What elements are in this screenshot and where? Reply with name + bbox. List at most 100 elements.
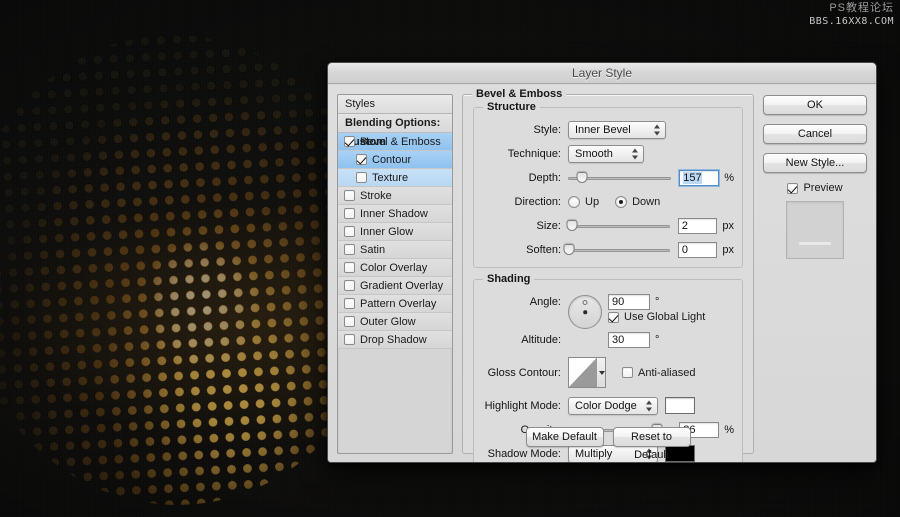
ok-button[interactable]: OK — [763, 95, 867, 115]
radio-direction-down[interactable] — [615, 196, 627, 208]
style-item-label: Texture — [372, 169, 408, 187]
altitude-label: Altitude: — [482, 334, 568, 346]
highlight-mode-select[interactable]: Color Dodge — [568, 397, 658, 415]
highlight-mode-label: Highlight Mode: — [482, 400, 568, 412]
angle-dial-handle[interactable] — [583, 300, 588, 305]
depth-slider[interactable] — [568, 171, 671, 185]
technique-select[interactable]: Smooth — [568, 145, 644, 163]
checkbox-bevel-emboss[interactable] — [344, 136, 355, 147]
checkbox-drop-shadow[interactable] — [344, 334, 355, 345]
styles-list[interactable]: Styles Blending Options: Custom Bevel & … — [337, 94, 453, 454]
anti-aliased-option[interactable]: Anti-aliased — [622, 367, 695, 379]
checkbox-contour[interactable] — [356, 154, 367, 165]
reset-to-default-button[interactable]: Reset to Default — [613, 427, 691, 447]
structure-fieldset: Structure Style: Inner Bevel Technique: … — [473, 107, 743, 268]
soften-value: 0 — [682, 244, 688, 256]
preview-option[interactable]: Preview — [763, 182, 867, 194]
checkbox-inner-shadow[interactable] — [344, 208, 355, 219]
size-slider-thumb[interactable] — [567, 220, 578, 231]
style-item-pattern-overlay[interactable]: Pattern Overlay — [338, 295, 452, 313]
radio-direction-up[interactable] — [568, 196, 580, 208]
size-row: Size: 2 px — [482, 216, 734, 235]
new-style-button[interactable]: New Style... — [763, 153, 867, 173]
checkbox-gradient-overlay[interactable] — [344, 280, 355, 291]
depth-value: 157 — [683, 172, 701, 184]
altitude-value: 30 — [612, 334, 624, 346]
updown-arrows-icon — [632, 147, 639, 160]
checkbox-stroke[interactable] — [344, 190, 355, 201]
use-global-light-label: Use Global Light — [624, 311, 705, 323]
soften-slider-track — [568, 249, 670, 252]
shadow-mode-label: Shadow Mode: — [482, 448, 568, 460]
updown-arrows-icon — [646, 399, 653, 412]
angle-label: Angle: — [482, 296, 568, 308]
highlight-mode-row: Highlight Mode: Color Dodge — [482, 396, 734, 415]
direction-up-option[interactable]: Up — [568, 196, 599, 208]
soften-slider[interactable] — [568, 243, 670, 257]
technique-select-value: Smooth — [575, 148, 613, 160]
style-select-value: Inner Bevel — [575, 124, 631, 136]
bevel-emboss-fieldset: Bevel & Emboss Structure Style: Inner Be… — [462, 94, 754, 454]
style-item-label: Bevel & Emboss — [360, 133, 441, 151]
checkbox-color-overlay[interactable] — [344, 262, 355, 273]
style-item-stroke[interactable]: Stroke — [338, 187, 452, 205]
size-label: Size: — [482, 220, 568, 232]
soften-input[interactable]: 0 — [678, 242, 717, 258]
gloss-contour-curve-icon — [569, 358, 596, 387]
cancel-button[interactable]: Cancel — [763, 124, 867, 144]
altitude-input[interactable]: 30 — [608, 332, 650, 348]
checkbox-use-global-light[interactable] — [608, 312, 619, 323]
style-item-texture[interactable]: Texture — [338, 169, 452, 187]
angle-dial[interactable] — [568, 295, 602, 329]
checkbox-anti-aliased[interactable] — [622, 367, 633, 378]
style-item-label: Drop Shadow — [360, 331, 427, 349]
dialog-title: Layer Style — [572, 66, 632, 80]
styles-column: Styles Blending Options: Custom Bevel & … — [337, 94, 453, 454]
checkbox-pattern-overlay[interactable] — [344, 298, 355, 309]
use-global-light-option[interactable]: Use Global Light — [608, 311, 705, 323]
technique-row: Technique: Smooth — [482, 144, 734, 163]
blending-options-item[interactable]: Blending Options: Custom — [338, 114, 452, 133]
direction-label: Direction: — [482, 196, 568, 208]
highlight-color-swatch[interactable] — [665, 397, 695, 414]
gloss-contour-dropdown-arrow-icon[interactable] — [596, 358, 605, 387]
style-item-label: Satin — [360, 241, 385, 259]
checkbox-outer-glow[interactable] — [344, 316, 355, 327]
style-item-label: Inner Shadow — [360, 205, 428, 223]
soften-slider-thumb[interactable] — [564, 244, 575, 255]
styles-list-header: Styles — [338, 95, 452, 114]
depth-slider-thumb[interactable] — [577, 172, 588, 183]
depth-input[interactable]: 157 — [679, 170, 719, 186]
style-select[interactable]: Inner Bevel — [568, 121, 666, 139]
style-item-drop-shadow[interactable]: Drop Shadow — [338, 331, 452, 349]
style-item-label: Outer Glow — [360, 313, 416, 331]
style-item-contour[interactable]: Contour — [338, 151, 452, 169]
style-item-label: Gradient Overlay — [360, 277, 443, 295]
gloss-contour-picker[interactable] — [568, 357, 606, 388]
dialog-title-bar[interactable]: Layer Style — [328, 63, 876, 84]
checkbox-inner-glow[interactable] — [344, 226, 355, 237]
dialog-body: Styles Blending Options: Custom Bevel & … — [328, 85, 876, 462]
make-default-button[interactable]: Make Default — [526, 427, 604, 447]
style-row: Style: Inner Bevel — [482, 120, 734, 139]
dialog-actions-column: OK Cancel New Style... Preview — [763, 94, 867, 454]
checkbox-texture[interactable] — [356, 172, 367, 183]
layer-style-dialog: Layer Style Styles Blending Options: Cus… — [327, 62, 877, 463]
style-item-outer-glow[interactable]: Outer Glow — [338, 313, 452, 331]
shadow-color-swatch[interactable] — [665, 445, 695, 462]
updown-arrows-icon — [654, 123, 661, 136]
size-slider[interactable] — [568, 219, 670, 233]
bevel-emboss-panel: Bevel & Emboss Structure Style: Inner Be… — [462, 94, 754, 454]
depth-label: Depth: — [482, 172, 568, 184]
style-item-inner-glow[interactable]: Inner Glow — [338, 223, 452, 241]
style-item-inner-shadow[interactable]: Inner Shadow — [338, 205, 452, 223]
direction-down-option[interactable]: Down — [615, 196, 660, 208]
style-item-satin[interactable]: Satin — [338, 241, 452, 259]
checkbox-preview[interactable] — [787, 183, 798, 194]
size-input[interactable]: 2 — [678, 218, 717, 234]
style-item-color-overlay[interactable]: Color Overlay — [338, 259, 452, 277]
style-item-gradient-overlay[interactable]: Gradient Overlay — [338, 277, 452, 295]
bevel-emboss-legend: Bevel & Emboss — [472, 88, 566, 100]
checkbox-satin[interactable] — [344, 244, 355, 255]
preview-label: Preview — [803, 182, 842, 194]
